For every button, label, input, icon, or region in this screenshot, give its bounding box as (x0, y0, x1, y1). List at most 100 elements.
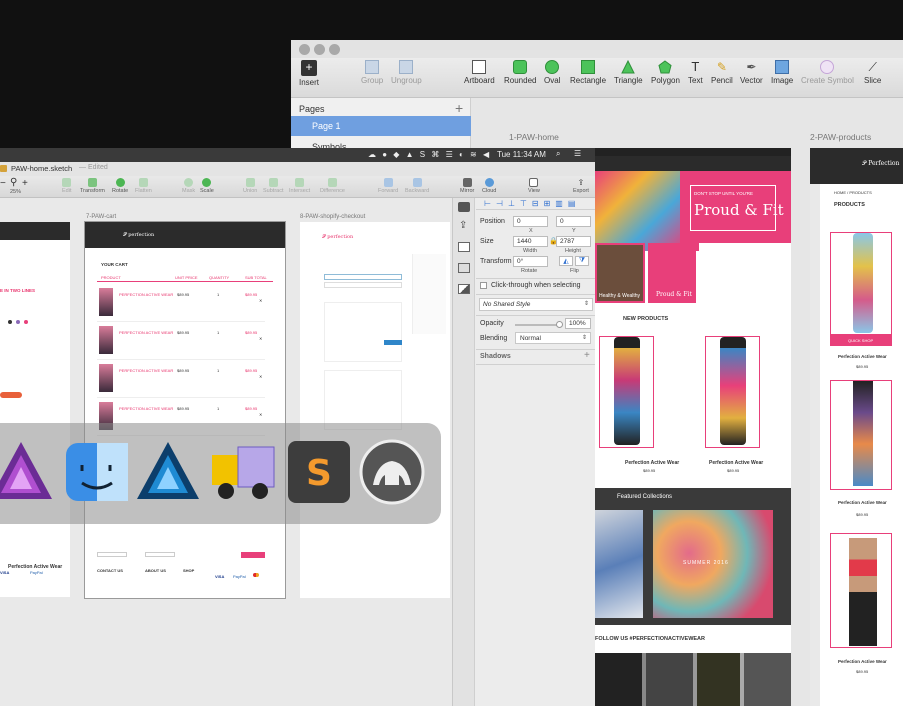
intersect-button[interactable]: Intersect (289, 178, 310, 194)
print-icon[interactable] (458, 242, 470, 252)
view-button[interactable]: View (528, 178, 540, 194)
notification-center-icon[interactable]: ☰ (574, 149, 581, 158)
artboard-cart[interactable]: 𝒫 perfection YOUR CART PRODUCT UNIT PRIC… (84, 221, 286, 599)
difference-button[interactable]: Difference (320, 178, 345, 194)
blending-dropdown[interactable]: Normal ⇕ (515, 332, 591, 344)
artboard-label-cart[interactable]: 7-PAW-cart (86, 214, 116, 220)
artboard-label-home[interactable]: 1-PAW-home (509, 132, 559, 142)
remove-item-icon[interactable]: ✕ (259, 412, 262, 417)
subtract-button[interactable]: Subtract (263, 178, 283, 194)
affinity-photo-icon[interactable] (0, 437, 56, 507)
slice-button[interactable]: ⟋ Slice (864, 60, 881, 85)
checkout-field[interactable] (324, 282, 402, 288)
text-button[interactable]: T Text (688, 60, 703, 86)
union-button[interactable]: Union (243, 178, 257, 194)
cart-row[interactable]: PERFECTION ACTIVE WEAR $89.95 1 $89.95 ✕ (97, 362, 265, 398)
cart-row-qty[interactable]: 1 (217, 292, 219, 297)
style-icon[interactable] (458, 284, 470, 294)
sync-icon[interactable] (458, 202, 470, 212)
image-button[interactable]: Image (771, 60, 793, 85)
cart-row[interactable]: PERFECTION ACTIVE WEAR $89.95 1 $89.95 ✕ (97, 324, 265, 360)
polygon-button[interactable]: Polygon (651, 60, 680, 85)
rotate-button[interactable]: Rotate (112, 178, 128, 194)
collection-image-1[interactable] (595, 510, 643, 618)
remove-item-icon[interactable]: ✕ (259, 374, 262, 379)
products-card-2[interactable] (830, 380, 892, 490)
continue-button[interactable] (384, 340, 402, 345)
checkout-email-field[interactable] (324, 274, 402, 280)
finder-icon[interactable] (62, 437, 132, 507)
product-card-1[interactable] (599, 336, 654, 448)
zoom-in-icon[interactable]: + (22, 178, 28, 189)
shared-style-dropdown[interactable]: No Shared Style ⇕ (479, 298, 593, 311)
collection-image-summer[interactable]: SUMMER 2016 (653, 510, 773, 618)
remove-item-icon[interactable]: ✕ (259, 298, 262, 303)
checkout-shipping-block[interactable] (324, 370, 402, 430)
artboard-left-partial[interactable]: E IN TWO LINES (0, 222, 70, 597)
click-through-checkbox[interactable] (480, 282, 487, 289)
checkout-address-block[interactable] (324, 302, 402, 362)
rotate-field[interactable]: 0° (513, 256, 548, 267)
cart-row[interactable]: PERFECTION ACTIVE WEAR $89.95 1 $89.95 ✕ (97, 286, 265, 322)
artboard-checkout[interactable]: 𝒫 perfection (300, 222, 450, 598)
artboard-label-products[interactable]: 2-PAW-products (810, 132, 871, 142)
opacity-field[interactable]: 100% (565, 318, 591, 329)
footer-contact-us[interactable]: CONTACT US (97, 568, 123, 573)
position-y-field[interactable]: 0 (556, 216, 591, 227)
flatten-button[interactable]: Flatten (135, 178, 152, 194)
alignment-icons[interactable]: ⊢⊣⊥⊤⊟⊞▥▤ (484, 199, 580, 208)
spotlight-search-icon[interactable]: ⌕ (556, 149, 560, 159)
backward-button[interactable]: Backward (405, 178, 429, 194)
ungroup-button[interactable]: Ungroup (391, 60, 422, 85)
cloud-button[interactable]: Cloud (482, 178, 496, 194)
transmit-icon[interactable] (208, 437, 278, 507)
menubar-clock[interactable]: Tue 11:34 AM (497, 150, 546, 159)
artboard-button[interactable]: Artboard (464, 60, 495, 85)
pencil-button[interactable]: ✎ Pencil (711, 60, 733, 85)
page-item-page-1[interactable]: Page 1 (291, 116, 471, 136)
insert-button[interactable]: + Insert (299, 60, 319, 87)
quick-shop-button[interactable]: QUICK SHOP (830, 334, 892, 346)
opacity-slider-knob[interactable] (556, 321, 563, 328)
artboard-products[interactable]: 𝒫 Perfection HOME / PRODUCTS PRODUCTS QU… (810, 148, 903, 706)
share-icon[interactable]: ⇪ (459, 220, 467, 231)
flip-horizontal-button[interactable]: ◭ (559, 256, 573, 266)
cart-row-qty[interactable]: 1 (217, 406, 219, 411)
size-width-field[interactable]: 1440 (513, 236, 548, 247)
cart-input-1[interactable] (97, 552, 127, 557)
products-card-3[interactable] (830, 533, 892, 648)
affinity-designer-icon[interactable] (133, 437, 203, 507)
transform-button[interactable]: Transform (80, 178, 105, 194)
zoom-magnifier-icon[interactable]: ⚲ (10, 177, 17, 188)
checkout-button[interactable] (241, 552, 265, 558)
mirror-button[interactable]: Mirror (460, 178, 474, 194)
flip-vertical-button[interactable]: ⧩ (575, 256, 589, 266)
minimize-window-button[interactable] (314, 44, 325, 55)
forward-button[interactable]: Forward (378, 178, 398, 194)
close-window-button[interactable] (299, 44, 310, 55)
cart-row-qty[interactable]: 1 (217, 368, 219, 373)
artboard-home[interactable]: DON'T STOP UNTIL YOU'RE Proud & Fit Heal… (595, 148, 791, 706)
products-card-1[interactable] (830, 232, 892, 342)
add-shadow-button[interactable]: + (584, 350, 590, 361)
edit-button[interactable]: Edit (62, 178, 71, 194)
position-x-field[interactable]: 0 (513, 216, 548, 227)
triangle-button[interactable]: Triangle (614, 60, 643, 85)
cart-row-qty[interactable]: 1 (217, 330, 219, 335)
group-button[interactable]: Group (361, 60, 383, 85)
scale-button[interactable]: Scale (200, 178, 214, 194)
export-button[interactable]: ⇪ Export (573, 178, 589, 194)
mask-button[interactable]: Mask (182, 178, 195, 194)
rectangle-button[interactable]: Rectangle (570, 60, 606, 85)
opacity-slider[interactable] (515, 321, 563, 328)
zoom-window-button[interactable] (329, 44, 340, 55)
footer-about-us[interactable]: ABOUT US (145, 568, 166, 573)
size-height-field[interactable]: 2787 (556, 236, 591, 247)
footer-shop[interactable]: SHOP (183, 568, 194, 573)
zoom-out-icon[interactable]: − (0, 178, 6, 189)
product-card-2[interactable] (705, 336, 760, 448)
add-page-button[interactable]: + (455, 100, 463, 116)
oval-button[interactable]: Oval (544, 60, 560, 85)
sequel-pro-icon[interactable] (357, 437, 427, 507)
remove-item-icon[interactable]: ✕ (259, 336, 262, 341)
